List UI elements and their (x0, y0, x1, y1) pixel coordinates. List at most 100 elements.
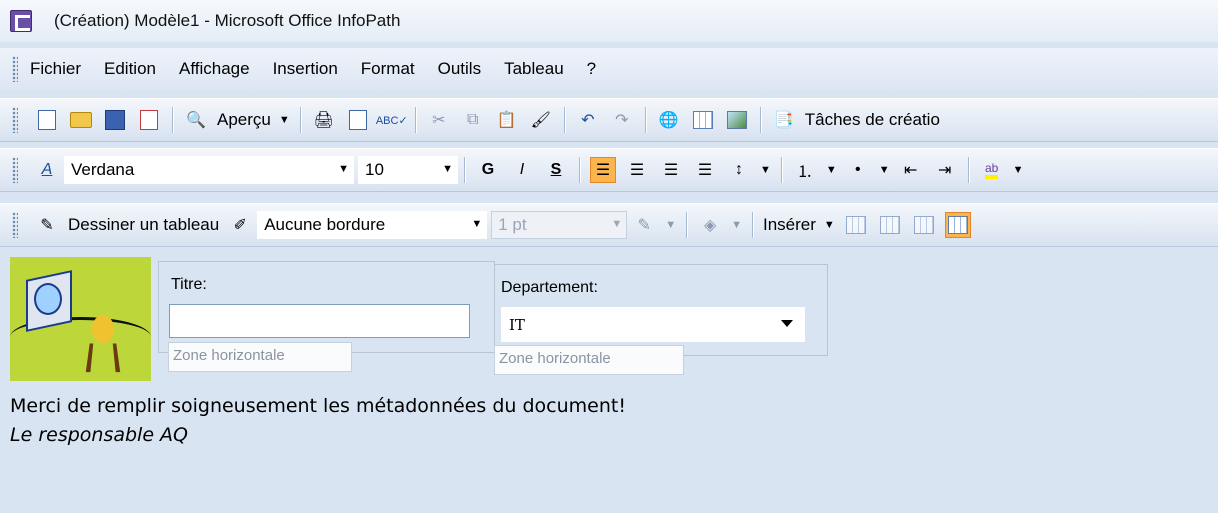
align-center-button[interactable]: ☰ (624, 157, 650, 183)
align-right-button[interactable]: ☰ (658, 157, 684, 183)
picture-button[interactable] (724, 107, 750, 133)
bold-button[interactable]: G (475, 157, 501, 183)
numbered-list-button[interactable]: ⒈ (792, 157, 818, 183)
chevron-down-icon[interactable]: ▼ (731, 219, 742, 231)
new-button[interactable] (34, 107, 60, 133)
format-painter-icon: 🖌 (530, 112, 551, 129)
format-painter-button[interactable]: 🖌 (528, 107, 554, 133)
save-button[interactable] (102, 107, 128, 133)
publish-icon (140, 110, 158, 130)
justify-button[interactable]: ☰ (692, 157, 718, 183)
table-button[interactable] (690, 107, 716, 133)
draw-table-button[interactable]: ✎ (34, 212, 60, 238)
border-color-button[interactable]: ✎ (631, 212, 657, 238)
paste-icon: 📋 (496, 112, 517, 129)
draw-table-icon: ✎ (40, 217, 54, 234)
chevron-down-icon[interactable]: ▼ (824, 219, 835, 231)
chevron-down-icon[interactable]: ▼ (471, 218, 482, 230)
italic-button[interactable]: I (509, 157, 535, 183)
bullet-list-button[interactable]: • (845, 157, 871, 183)
publish-button[interactable] (136, 107, 162, 133)
form-design-area[interactable]: Titre: Departement: IT Zone horizontale … (0, 252, 1218, 513)
cut-button[interactable]: ✂ (426, 107, 452, 133)
menu-fichier[interactable]: Fichier (30, 59, 81, 79)
menu-tableau[interactable]: Tableau (504, 59, 564, 79)
menu-affichage[interactable]: Affichage (179, 59, 250, 79)
decrease-indent-icon: ⇤ (903, 162, 918, 179)
redo-button[interactable]: ↷ (609, 107, 635, 133)
copy-icon: ⧉ (467, 111, 479, 128)
spellcheck-button[interactable]: ABC✓ (376, 107, 408, 133)
clip-art-legs (85, 343, 121, 373)
design-tasks-label[interactable]: Tâches de créatio (805, 110, 940, 130)
paste-button[interactable]: 📋 (494, 107, 520, 133)
horizontal-zone-tag[interactable]: Zone horizontale (494, 345, 684, 375)
toolbar-grip[interactable] (12, 107, 18, 133)
insert-menu-label[interactable]: Insérer (763, 215, 816, 235)
infopath-app-icon[interactable] (10, 10, 32, 32)
font-style-button[interactable]: A (34, 157, 60, 183)
chevron-down-icon[interactable]: ▼ (760, 164, 771, 176)
chevron-down-icon[interactable]: ▼ (338, 163, 349, 175)
copy-button[interactable]: ⧉ (460, 107, 486, 133)
preview-button[interactable]: 🔍 (183, 107, 209, 133)
shading-icon: ◈ (703, 217, 717, 234)
titre-input[interactable] (169, 304, 470, 338)
font-size-value: 10 (365, 160, 384, 179)
open-button[interactable] (68, 107, 94, 133)
print-preview-button[interactable] (345, 107, 371, 133)
menu-grip[interactable] (12, 56, 18, 82)
horizontal-zone-tag[interactable]: Zone horizontale (168, 342, 352, 372)
border-style-combo[interactable]: Aucune bordure ▼ (257, 211, 488, 239)
menu-help[interactable]: ? (587, 59, 596, 79)
departement-dropdown[interactable]: IT (501, 307, 805, 342)
preview-dropdown-icon[interactable]: ▼ (279, 114, 290, 126)
titre-label: Titre: (171, 276, 207, 293)
design-tasks-button[interactable]: 📑 (771, 107, 797, 133)
toolbar-grip[interactable] (12, 157, 18, 183)
eraser-button[interactable]: ✐ (227, 212, 253, 238)
decrease-indent-button[interactable]: ⇤ (898, 157, 924, 183)
border-width-combo[interactable]: 1 pt ▼ (491, 211, 628, 239)
chevron-down-icon[interactable]: ▼ (826, 164, 837, 176)
highlight-button[interactable]: ab (979, 157, 1005, 183)
menu-edition[interactable]: Edition (104, 59, 156, 79)
undo-button[interactable]: ↶ (575, 107, 601, 133)
split-cells-icon (913, 216, 934, 234)
menu-insertion[interactable]: Insertion (273, 59, 338, 79)
line-spacing-icon: ↕ (735, 161, 743, 178)
chevron-down-icon[interactable]: ▼ (442, 163, 453, 175)
chevron-down-icon[interactable] (781, 320, 793, 327)
open-icon (70, 112, 92, 128)
merge-cells-button[interactable] (877, 212, 903, 238)
chevron-down-icon[interactable]: ▼ (1013, 164, 1024, 176)
toolbar-grip[interactable] (12, 212, 18, 238)
signature-text[interactable]: Le responsable AQ (10, 424, 188, 446)
print-button[interactable]: 🖨 (311, 107, 337, 133)
insert-table-button[interactable] (843, 212, 869, 238)
preview-label[interactable]: Aperçu (217, 110, 271, 130)
hyperlink-button[interactable]: 🌐 (656, 107, 682, 133)
shading-button[interactable]: ◈ (697, 212, 723, 238)
chevron-down-icon[interactable]: ▼ (879, 164, 890, 176)
justify-icon: ☰ (697, 162, 713, 179)
draw-table-label[interactable]: Dessiner un tableau (68, 215, 219, 235)
split-cells-button[interactable] (911, 212, 937, 238)
instruction-text[interactable]: Merci de remplir soigneusement les métad… (10, 395, 626, 417)
menu-outils[interactable]: Outils (438, 59, 481, 79)
align-left-button[interactable]: ☰ (590, 157, 616, 183)
line-spacing-button[interactable]: ↕ (726, 157, 752, 183)
increase-indent-icon: ⇥ (937, 162, 952, 179)
titre-section[interactable]: Titre: (158, 261, 495, 353)
underline-button[interactable]: S (543, 157, 569, 183)
font-size-combo[interactable]: 10 ▼ (358, 156, 458, 184)
chevron-down-icon[interactable]: ▼ (665, 219, 676, 231)
menu-format[interactable]: Format (361, 59, 415, 79)
chevron-down-icon[interactable]: ▼ (611, 218, 622, 230)
departement-section[interactable]: Departement: IT (494, 264, 828, 356)
table-properties-icon (947, 216, 968, 234)
table-properties-button[interactable] (944, 212, 971, 238)
font-name-combo[interactable]: Verdana ▼ (64, 156, 354, 184)
increase-indent-button[interactable]: ⇥ (932, 157, 958, 183)
clip-art-image[interactable] (10, 257, 151, 381)
